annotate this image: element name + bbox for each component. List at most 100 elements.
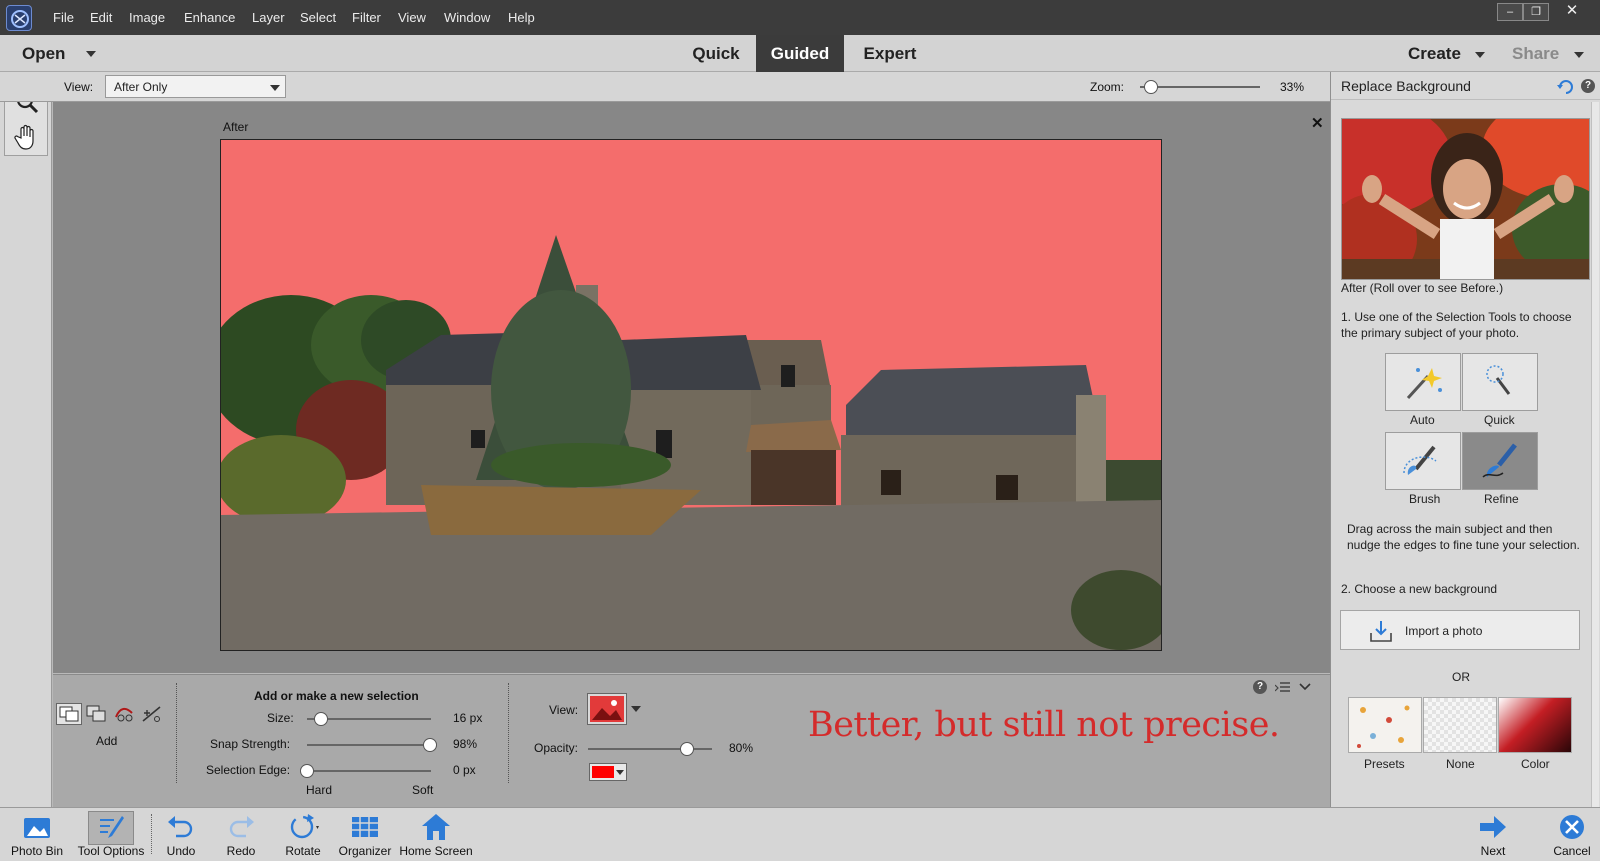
zoom-slider[interactable] [1140, 86, 1260, 88]
new-selection-icon[interactable] [56, 703, 82, 725]
hand-tool-icon[interactable] [14, 123, 40, 154]
close-window-button[interactable]: ✕ [1549, 3, 1595, 21]
tool-options-label: Tool Options [77, 844, 145, 858]
rotate-icon [290, 814, 319, 839]
home-screen-label: Home Screen [399, 844, 473, 858]
quick-label: Quick [1484, 413, 1515, 427]
menu-bar: File Edit Image Enhance Layer Select Fil… [0, 0, 1600, 35]
zoom-slider-handle[interactable] [1144, 80, 1158, 94]
or-label: OR [1452, 670, 1470, 684]
opacity-label: Opacity: [534, 741, 579, 755]
help-icon[interactable]: ? [1253, 680, 1267, 694]
selection-edge-handle[interactable] [300, 764, 314, 778]
minimize-button[interactable]: – [1497, 3, 1523, 21]
share-button[interactable]: Share [1512, 35, 1559, 72]
reset-icon[interactable] [1557, 78, 1575, 97]
close-icon[interactable]: ✕ [1311, 114, 1324, 132]
color-option[interactable] [1498, 697, 1572, 753]
menu-edit[interactable]: Edit [90, 10, 112, 25]
menu-window[interactable]: Window [444, 10, 490, 25]
open-button[interactable]: Open [22, 35, 65, 72]
collapse-panel-icon[interactable] [1299, 681, 1311, 693]
photo-preview[interactable] [220, 139, 1162, 651]
menu-image[interactable]: Image [129, 10, 165, 25]
overlay-color-swatch[interactable] [589, 763, 627, 781]
organizer-label: Organizer [338, 844, 392, 858]
next-button[interactable]: Next [1470, 808, 1516, 861]
selection-edge-value: 0 px [453, 763, 476, 777]
open-dropdown-icon[interactable] [86, 51, 96, 57]
home-screen-button[interactable]: Home Screen [396, 808, 476, 861]
menu-select[interactable]: Select [300, 10, 336, 25]
refine-edge-icon[interactable] [140, 703, 164, 728]
opacity-value: 80% [729, 741, 754, 755]
share-dropdown-icon[interactable] [1574, 52, 1584, 58]
help-icon[interactable]: ? [1581, 79, 1595, 93]
tab-guided[interactable]: Guided [756, 35, 844, 72]
organizer-button[interactable]: Organizer [336, 808, 394, 861]
rotate-label: Rotate [285, 844, 321, 858]
create-button[interactable]: Create [1408, 35, 1461, 72]
color-label: Color [1521, 757, 1550, 771]
overlay-view-thumbnail[interactable] [587, 693, 627, 725]
after-preview-image[interactable] [1341, 118, 1590, 280]
overlay-color-fill [592, 766, 614, 778]
menu-help[interactable]: Help [508, 10, 535, 25]
menu-file[interactable]: File [53, 10, 74, 25]
size-slider-handle[interactable] [314, 712, 328, 726]
photo-bin-button[interactable]: Photo Bin [4, 808, 70, 861]
photo-bin-label: Photo Bin [10, 844, 64, 858]
menu-filter[interactable]: Filter [352, 10, 381, 25]
view-select[interactable]: After Only [105, 75, 286, 98]
after-note: After (Roll over to see Before.) [1341, 281, 1504, 295]
brush-selection-button[interactable] [1385, 432, 1461, 490]
tab-quick[interactable]: Quick [678, 35, 754, 72]
none-option[interactable] [1423, 697, 1497, 753]
cancel-button[interactable]: Cancel [1548, 808, 1596, 861]
size-value: 16 px [453, 711, 483, 725]
tool-options-icon [100, 816, 124, 838]
menu-view[interactable]: View [398, 10, 426, 25]
snap-strength-handle[interactable] [423, 738, 437, 752]
undo-icon [168, 816, 193, 838]
tab-expert[interactable]: Expert [846, 35, 934, 72]
arrow-right-icon [1480, 816, 1506, 838]
create-dropdown-icon[interactable] [1475, 52, 1485, 58]
import-photo-button[interactable]: Import a photo [1340, 610, 1580, 650]
divider [176, 683, 177, 783]
photo-bin-icon [24, 818, 50, 838]
size-label: Size: [267, 711, 294, 725]
cancel-label: Cancel [1553, 844, 1591, 858]
opacity-slider-handle[interactable] [680, 742, 694, 756]
redo-button[interactable]: Redo [218, 808, 264, 861]
zoom-value: 33% [1280, 80, 1305, 94]
soft-label: Soft [412, 783, 434, 797]
snap-strength-slider[interactable] [307, 744, 431, 746]
tool-options-button[interactable]: Tool Options [72, 808, 150, 861]
chevron-down-icon[interactable] [631, 706, 641, 712]
app-logo-icon [6, 5, 32, 31]
restore-button[interactable]: ❐ [1523, 3, 1549, 21]
overlay-view-label: View: [549, 703, 579, 717]
selection-edge-slider[interactable] [307, 770, 431, 772]
presets-option[interactable] [1348, 697, 1422, 753]
add-to-selection-icon[interactable] [84, 703, 108, 728]
tool-options-panel: Add Add or make a new selection Size: 16… [53, 674, 1330, 807]
step1-text: 1. Use one of the Selection Tools to cho… [1341, 310, 1572, 340]
chevron-down-icon [616, 770, 624, 775]
rotate-button[interactable]: Rotate [276, 808, 330, 861]
refine-selection-button[interactable] [1462, 432, 1538, 490]
quick-selection-button[interactable] [1462, 353, 1538, 411]
import-icon [1369, 619, 1393, 646]
auto-selection-button[interactable] [1385, 353, 1461, 411]
undo-button[interactable]: Undo [158, 808, 204, 861]
subtract-selection-icon[interactable] [112, 703, 136, 728]
canvas-caption: After [223, 120, 249, 134]
chevron-down-icon [270, 85, 280, 91]
panel-scrollbar[interactable] [1591, 102, 1599, 807]
mode-bar: Open Quick Guided Expert Create Share [0, 35, 1600, 72]
options-menu-icon[interactable] [1274, 681, 1291, 693]
bottom-taskbar: Photo Bin Tool Options Undo Redo Rotate … [0, 807, 1600, 861]
menu-enhance[interactable]: Enhance [184, 10, 235, 25]
menu-layer[interactable]: Layer [252, 10, 285, 25]
